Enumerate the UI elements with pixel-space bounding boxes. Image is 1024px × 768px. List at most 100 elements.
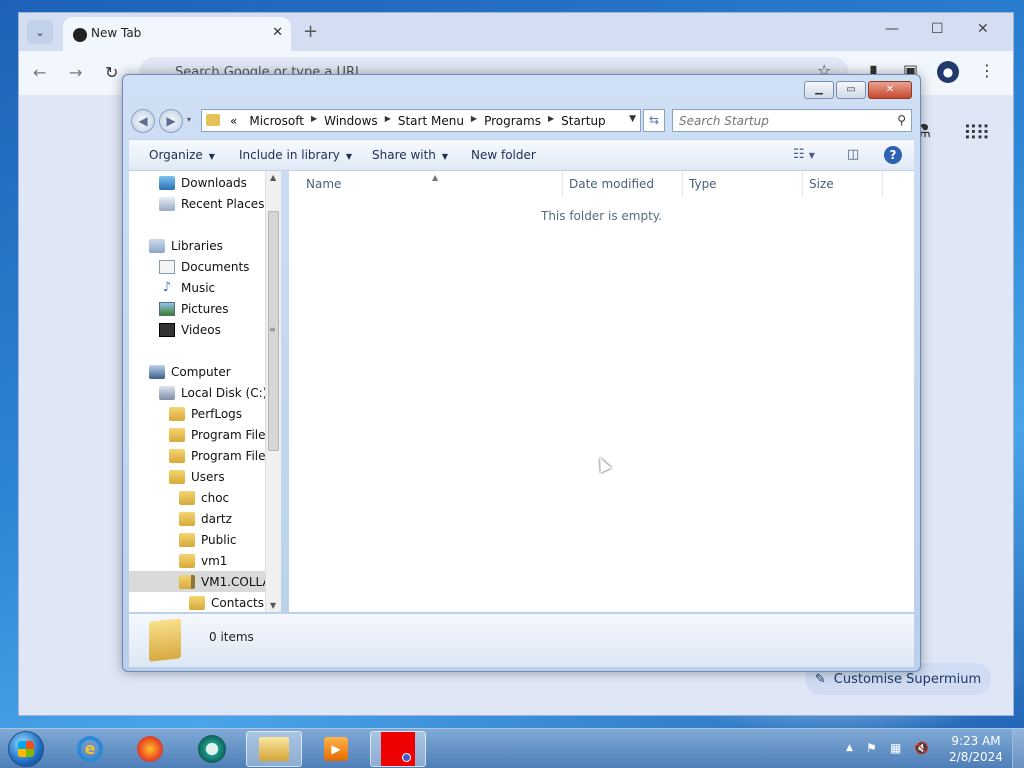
taskbar: e ▶ ▲ ⚑ ▦ 🔇 9:23 AM 2/8/2024 <box>0 728 1024 768</box>
column-header-name[interactable]: Name ▲ <box>289 171 563 197</box>
minimize-button[interactable]: ▁ <box>804 81 834 99</box>
view-options-icon[interactable]: ☷ ▼ <box>793 147 815 162</box>
recent-locations-chevron-icon[interactable]: ▾ <box>187 115 191 124</box>
nav-item-local-disk[interactable]: Local Disk (C:) <box>159 382 267 403</box>
show-hidden-icons-chevron-icon[interactable]: ▲ <box>846 743 853 753</box>
taskbar-firefox[interactable] <box>122 731 178 767</box>
address-dropdown-icon[interactable]: ▼ <box>629 114 636 124</box>
breadcrumb-startup[interactable]: Startup <box>555 114 612 128</box>
nav-label: Program Files <box>191 427 272 442</box>
music-icon: ♪ <box>162 279 172 295</box>
navigation-scrollbar[interactable]: ▲ ≡ ▼ <box>265 171 281 612</box>
taskbar-windows-explorer[interactable] <box>246 731 302 767</box>
nav-item-vm1-collab[interactable]: VM1.COLLAE <box>129 571 279 592</box>
breadcrumb-separator-icon[interactable]: ▶ <box>384 114 392 128</box>
maximize-button[interactable]: ▭ <box>836 81 866 99</box>
column-header-size[interactable]: Size <box>803 171 883 197</box>
browser-close-icon[interactable]: ✕ <box>977 21 989 37</box>
nav-item-videos[interactable]: Videos <box>159 319 221 340</box>
nav-item-program-files-x86[interactable]: Program Files ( <box>169 445 279 466</box>
new-tab-plus-icon[interactable]: + <box>303 21 318 42</box>
taskbar-supermium[interactable] <box>184 731 240 767</box>
nav-item-libraries[interactable]: Libraries <box>149 235 223 256</box>
column-header-type[interactable]: Type <box>683 171 803 197</box>
search-icon[interactable]: ⚲ <box>897 113 906 127</box>
reload-icon[interactable]: ↻ <box>105 63 118 82</box>
breadcrumb-separator-icon[interactable]: ▶ <box>547 114 555 128</box>
nav-label: Public <box>201 532 237 547</box>
new-folder-button[interactable]: New folder <box>471 148 536 162</box>
nav-label: Music <box>181 280 216 295</box>
nav-item-documents[interactable]: Documents <box>159 256 249 277</box>
nav-item-choc[interactable]: choc <box>179 487 229 508</box>
scroll-down-arrow-icon[interactable]: ▼ <box>270 601 276 610</box>
close-tab-icon[interactable]: ✕ <box>272 25 283 40</box>
folder-icon <box>189 595 205 610</box>
browser-tab-strip: ⌄ New Tab ✕ + — ☐ ✕ <box>19 13 1013 51</box>
network-icon[interactable]: ▦ <box>890 741 901 755</box>
clock[interactable]: 9:23 AM 2/8/2024 <box>946 733 1006 765</box>
close-button[interactable]: ✕ <box>868 81 912 99</box>
breadcrumb-microsoft[interactable]: Microsoft <box>243 114 310 128</box>
taskbar-internet-explorer[interactable]: e <box>62 731 118 767</box>
nav-item-public[interactable]: Public <box>179 529 237 550</box>
nav-item-contacts[interactable]: Contacts <box>189 592 264 612</box>
nav-label: Contacts <box>211 595 264 610</box>
back-arrow-icon[interactable]: ← <box>33 63 46 82</box>
help-icon[interactable]: ? <box>884 146 902 164</box>
profile-avatar-icon[interactable]: ● <box>937 61 959 83</box>
nav-item-music[interactable]: ♪ Music <box>159 277 215 298</box>
nav-label: Pictures <box>181 301 229 316</box>
nav-item-dartz[interactable]: dartz <box>179 508 232 529</box>
share-with-button[interactable]: Share with ▼ <box>372 148 448 162</box>
nav-label: Users <box>191 469 225 484</box>
nav-label: Libraries <box>171 238 223 253</box>
taskbar-red-app[interactable] <box>370 731 426 767</box>
breadcrumb-programs[interactable]: Programs <box>478 114 547 128</box>
scroll-up-arrow-icon[interactable]: ▲ <box>270 173 276 182</box>
preview-pane-icon[interactable]: ◫ <box>847 147 859 162</box>
search-box[interactable]: ⚲ <box>672 109 912 132</box>
tab-title: New Tab <box>91 26 142 40</box>
include-in-library-button[interactable]: Include in library ▼ <box>239 148 352 162</box>
firefox-icon <box>137 736 163 762</box>
address-bar[interactable]: « Microsoft ▶ Windows ▶ Start Menu ▶ Pro… <box>201 109 641 132</box>
start-button[interactable] <box>8 731 44 767</box>
organize-button[interactable]: Organize ▼ <box>149 148 215 162</box>
nav-label: Downloads <box>181 175 247 190</box>
search-input[interactable] <box>673 110 883 131</box>
nav-item-perflogs[interactable]: PerfLogs <box>169 403 242 424</box>
column-header-date-modified[interactable]: Date modified <box>563 171 683 197</box>
nav-item-recent-places[interactable]: Recent Places <box>159 193 264 214</box>
forward-arrow-icon[interactable]: → <box>69 63 82 82</box>
browser-menu-icon[interactable]: ⋮ <box>979 61 995 80</box>
nav-label: Local Disk (C:) <box>181 385 268 400</box>
apps-grid-icon[interactable]: ⠿⠿ <box>963 121 990 145</box>
nav-label: choc <box>201 490 230 505</box>
breadcrumb-separator-icon[interactable]: ▶ <box>310 114 318 128</box>
taskbar-media-player[interactable]: ▶ <box>308 731 364 767</box>
breadcrumb-separator-icon[interactable]: ▶ <box>470 114 478 128</box>
pictures-icon <box>159 301 175 316</box>
action-center-flag-icon[interactable]: ⚑ <box>866 741 877 755</box>
nav-item-downloads[interactable]: Downloads <box>159 172 247 193</box>
browser-maximize-icon[interactable]: ☐ <box>931 21 944 37</box>
back-button[interactable]: ◀ <box>131 109 155 133</box>
nav-item-users[interactable]: Users <box>169 466 225 487</box>
breadcrumb-overflow[interactable]: « <box>224 114 243 128</box>
nav-item-vm1[interactable]: vm1 <box>179 550 227 571</box>
forward-button[interactable]: ▶ <box>159 109 183 133</box>
nav-item-pictures[interactable]: Pictures <box>159 298 229 319</box>
show-desktop-button[interactable] <box>1012 729 1024 768</box>
refresh-button[interactable]: ⇆ <box>643 109 665 132</box>
browser-minimize-icon[interactable]: — <box>885 21 899 37</box>
nav-item-computer[interactable]: Computer <box>149 361 231 382</box>
breadcrumb-windows[interactable]: Windows <box>318 114 384 128</box>
nav-item-program-files[interactable]: Program Files <box>169 424 272 445</box>
browser-tab-new-tab[interactable]: New Tab ✕ <box>63 17 291 51</box>
file-list-pane: Name ▲ Date modified Type Size This fold… <box>289 171 914 612</box>
volume-muted-icon[interactable]: 🔇 <box>914 741 929 755</box>
breadcrumb-start-menu[interactable]: Start Menu <box>392 114 470 128</box>
tab-search-button[interactable]: ⌄ <box>27 20 53 44</box>
organize-label: Organize <box>149 148 203 162</box>
